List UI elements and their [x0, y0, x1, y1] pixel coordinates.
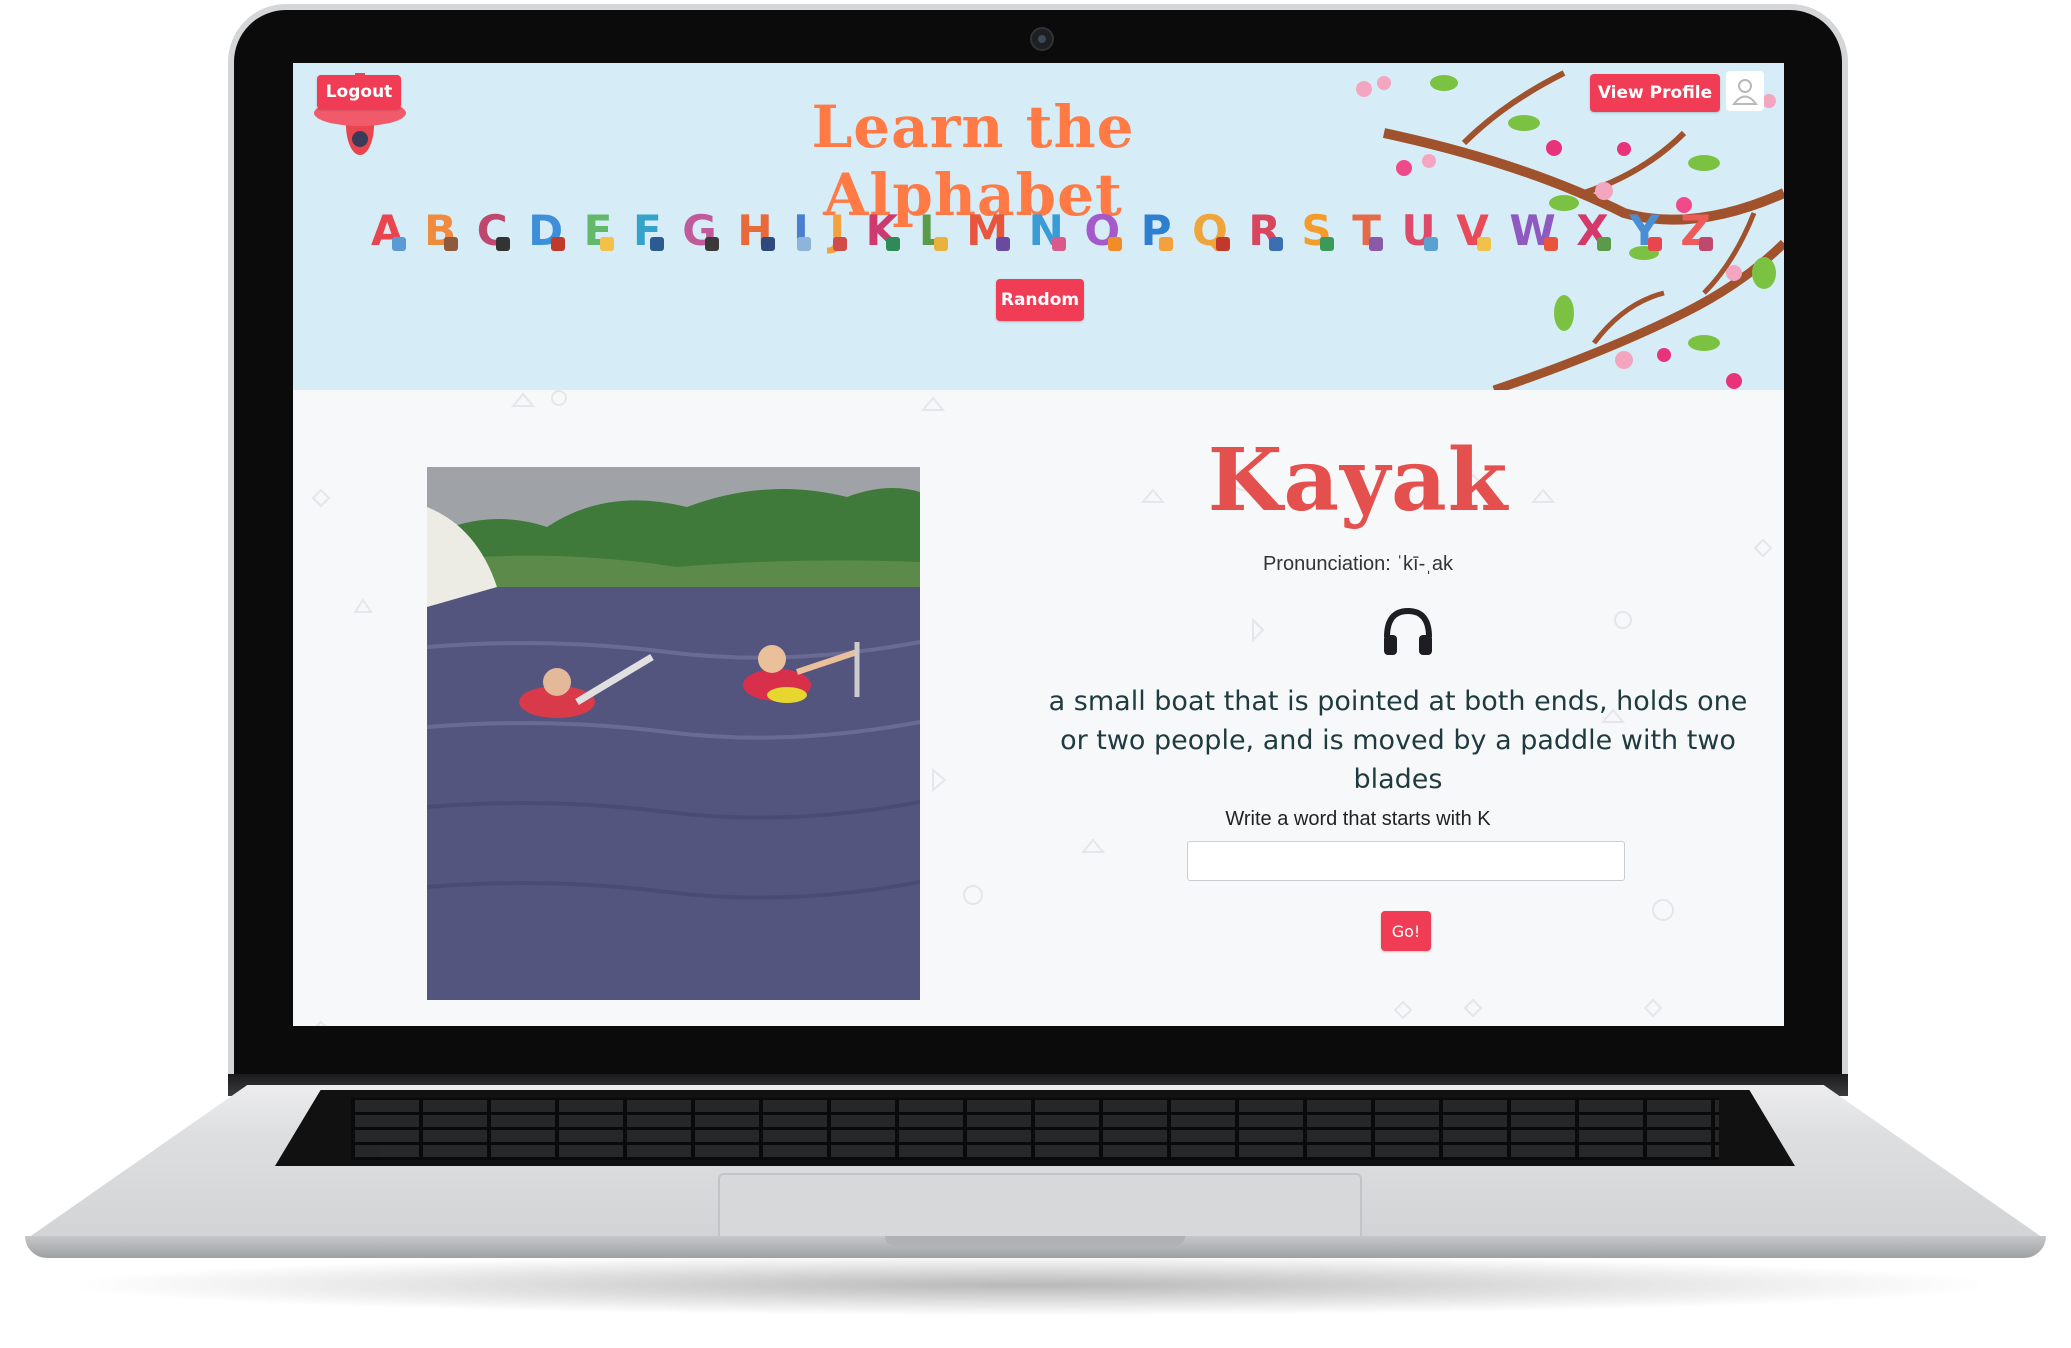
letter-h[interactable]: H	[737, 206, 775, 255]
letter-u[interactable]: U	[1402, 206, 1438, 255]
app-screen: Logout Learn the Alphabet View Profile A…	[293, 63, 1784, 1026]
letter-z[interactable]: Z	[1680, 206, 1714, 255]
word-content-area: Kayak Pronunciation: ˈkī-ˌak a small boa…	[293, 390, 1784, 1026]
view-profile-button[interactable]: View Profile	[1590, 74, 1720, 112]
user-avatar-icon[interactable]	[1726, 71, 1764, 111]
random-button[interactable]: Random	[996, 279, 1084, 321]
laptop-notch	[885, 1236, 1185, 1246]
letter-d[interactable]: D	[528, 206, 565, 255]
laptop-trackpad	[718, 1173, 1362, 1239]
logout-button[interactable]: Logout	[317, 75, 401, 109]
letter-l[interactable]: L	[919, 206, 948, 255]
letter-g[interactable]: G	[682, 206, 720, 255]
letter-r[interactable]: R	[1248, 206, 1284, 255]
letter-a[interactable]: A	[371, 206, 406, 255]
headphones-icon[interactable]	[1381, 605, 1435, 659]
letter-j[interactable]: J	[829, 206, 847, 255]
letter-f[interactable]: F	[633, 206, 664, 255]
webcam-icon	[1030, 27, 1054, 51]
letter-m[interactable]: M	[966, 206, 1010, 255]
letter-v[interactable]: V	[1456, 206, 1491, 255]
go-button[interactable]: Go!	[1381, 911, 1431, 951]
letter-w[interactable]: W	[1509, 206, 1559, 255]
word-definition: a small boat that is pointed at both end…	[1048, 686, 1748, 795]
letter-i[interactable]: I	[793, 206, 811, 255]
letter-b[interactable]: B	[424, 206, 459, 255]
word-input[interactable]	[1187, 841, 1625, 881]
laptop-shadow	[80, 1255, 1980, 1315]
input-prompt-label: Write a word that starts with K	[1225, 808, 1491, 830]
alphabet-letter-row: ABCDEFGHIJKLMNOPQRSTUVWXYZ	[371, 200, 1714, 260]
letter-s[interactable]: S	[1301, 206, 1334, 255]
letter-o[interactable]: O	[1084, 206, 1122, 255]
letter-p[interactable]: P	[1141, 206, 1174, 255]
keyboard-keys	[351, 1098, 1719, 1160]
pronunciation-text: Pronunciation: ˈkī-ˌak	[1262, 553, 1454, 575]
letter-c[interactable]: C	[477, 206, 510, 255]
laptop-keyboard	[275, 1090, 1795, 1166]
letter-k[interactable]: K	[866, 206, 900, 255]
letter-n[interactable]: N	[1029, 206, 1066, 255]
letter-q[interactable]: Q	[1192, 206, 1230, 255]
kayak-photo	[427, 467, 920, 1000]
letter-e[interactable]: E	[584, 206, 615, 255]
letter-y[interactable]: Y	[1629, 206, 1663, 255]
letter-t[interactable]: T	[1352, 206, 1383, 255]
letter-x[interactable]: X	[1576, 206, 1612, 255]
user-outline-icon	[1732, 79, 1758, 105]
word-title: Kayak	[1207, 430, 1509, 531]
header-banner: Logout Learn the Alphabet View Profile A…	[293, 63, 1784, 390]
